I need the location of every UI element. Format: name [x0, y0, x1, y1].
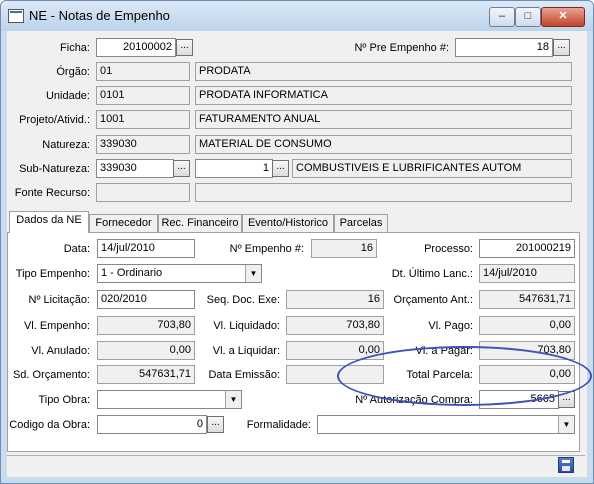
annotation-highlight-oval — [337, 346, 592, 406]
unidade-code-field[interactable]: 0101 — [96, 86, 190, 105]
data-field[interactable]: 14/jul/2010 — [97, 239, 195, 258]
sub-natureza-lookup-button[interactable]: ... — [173, 160, 190, 177]
codigo-obra-lookup-button[interactable]: ... — [207, 416, 224, 433]
chevron-down-icon[interactable]: ▼ — [558, 416, 574, 433]
app-window: NE - Notas de Empenho – □ ✕ Ficha: 20100… — [0, 0, 594, 484]
sub-natureza-seq-lookup-button[interactable]: ... — [272, 160, 289, 177]
orcamento-ant-label: Orçamento Ant.: — [393, 294, 473, 306]
pre-empenho-field[interactable]: 18 — [455, 38, 553, 57]
tipo-empenho-select[interactable]: 1 - Ordinario ▼ — [97, 264, 262, 283]
data-label: Data: — [63, 243, 90, 255]
data-emissao-label: Data Emissão: — [208, 369, 280, 381]
sub-natureza-code-field[interactable]: 339030 — [96, 159, 174, 178]
sd-orcamento-label: Sd. Orçamento: — [12, 369, 90, 381]
orgao-label: Órgão: — [56, 66, 90, 78]
sub-natureza-seq-field[interactable]: 1 — [195, 159, 273, 178]
tipo-obra-select[interactable]: ▼ — [97, 390, 242, 409]
vl-pago-label: Vl. Pago: — [428, 320, 473, 332]
sd-orcamento-field[interactable]: 547631,71 — [97, 365, 195, 384]
projeto-label: Projeto/Ativid.: — [19, 114, 90, 126]
save-disk-icon[interactable] — [558, 457, 574, 473]
tab-dados-da-ne[interactable]: Dados da NE — [9, 211, 89, 233]
dt-ultimo-label: Dt. Último Lanc.: — [391, 268, 473, 280]
tipo-empenho-value: 1 - Ordinario — [101, 267, 163, 279]
seq-doc-field[interactable]: 16 — [286, 290, 384, 309]
natureza-code-field[interactable]: 339030 — [96, 135, 190, 154]
natureza-label: Natureza: — [42, 139, 90, 151]
vl-anulado-field[interactable]: 0,00 — [97, 341, 195, 360]
vl-empenho-label: Vl. Empenho: — [23, 320, 90, 332]
ficha-lookup-button[interactable]: ... — [176, 39, 193, 56]
tab-rec-financeiro[interactable]: Rec. Financeiro — [158, 214, 242, 232]
vl-empenho-field[interactable]: 703,80 — [97, 316, 195, 335]
sub-natureza-label: Sub-Natureza: — [19, 163, 90, 175]
processo-field[interactable]: 201000219 — [479, 239, 575, 258]
chevron-down-icon[interactable]: ▼ — [225, 391, 241, 408]
unidade-name-field[interactable]: PRODATA INFORMATICA — [195, 86, 572, 105]
tab-panel-dados: Data: 14/jul/2010 Nº Empenho #: 16 Proce… — [7, 232, 580, 452]
maximize-button[interactable]: □ — [515, 7, 541, 27]
fonte-name-field[interactable] — [195, 183, 572, 202]
pre-empenho-lookup-button[interactable]: ... — [553, 39, 570, 56]
num-empenho-field[interactable]: 16 — [311, 239, 377, 258]
window-title: NE - Notas de Empenho — [29, 8, 170, 23]
seq-doc-label: Seq. Doc. Exe: — [206, 294, 280, 306]
fonte-code-field[interactable] — [96, 183, 190, 202]
orgao-name-field[interactable]: PRODATA — [195, 62, 572, 81]
sub-natureza-name-field[interactable]: COMBUSTIVEIS E LUBRIFICANTES AUTOM — [292, 159, 572, 178]
chevron-down-icon[interactable]: ▼ — [245, 265, 261, 282]
tipo-empenho-label: Tipo Empenho: — [15, 268, 90, 280]
unidade-label: Unidade: — [45, 90, 90, 102]
pre-empenho-label: Nº Pre Empenho #: — [354, 42, 449, 54]
projeto-name-field[interactable]: FATURAMENTO ANUAL — [195, 110, 572, 129]
orcamento-ant-field[interactable]: 547631,71 — [479, 290, 575, 309]
minimize-button[interactable]: – — [489, 7, 515, 27]
formalidade-select[interactable]: ▼ — [317, 415, 575, 434]
natureza-name-field[interactable]: MATERIAL DE CONSUMO — [195, 135, 572, 154]
projeto-code-field[interactable]: 1001 — [96, 110, 190, 129]
codigo-obra-label: Codigo da Obra: — [9, 419, 90, 431]
num-empenho-label: Nº Empenho #: — [229, 243, 304, 255]
ficha-label: Ficha: — [60, 42, 90, 54]
status-separator — [7, 455, 585, 456]
close-button[interactable]: ✕ — [541, 7, 585, 27]
tab-evento-historico[interactable]: Evento/Historico — [242, 214, 334, 232]
window-app-icon — [8, 9, 24, 23]
vl-pago-field[interactable]: 0,00 — [479, 316, 575, 335]
formalidade-label: Formalidade: — [246, 419, 311, 431]
vl-anulado-label: Vl. Anulado: — [31, 345, 90, 357]
vl-a-liquidar-label: Vl. a Liquidar: — [212, 345, 280, 357]
fonte-recurso-label: Fonte Recurso: — [14, 187, 90, 199]
title-bar[interactable]: NE - Notas de Empenho – □ ✕ — [1, 1, 593, 31]
form-client-area: Ficha: 20100002 ... Nº Pre Empenho #: 18… — [7, 31, 587, 477]
licitacao-label: Nº Licitação: — [28, 294, 91, 306]
processo-label: Processo: — [424, 243, 473, 255]
codigo-obra-field[interactable]: 0 — [97, 415, 207, 434]
vl-liquidado-label: Vl. Liquidado: — [213, 320, 280, 332]
tab-parcelas[interactable]: Parcelas — [334, 214, 388, 232]
tab-fornecedor[interactable]: Fornecedor — [89, 214, 158, 232]
ficha-field[interactable]: 20100002 — [96, 38, 176, 57]
tipo-obra-label: Tipo Obra: — [38, 394, 90, 406]
orgao-code-field[interactable]: 01 — [96, 62, 190, 81]
vl-liquidado-field[interactable]: 703,80 — [286, 316, 384, 335]
licitacao-field[interactable]: 020/2010 — [97, 290, 195, 309]
dt-ultimo-field[interactable]: 14/jul/2010 — [479, 264, 575, 283]
